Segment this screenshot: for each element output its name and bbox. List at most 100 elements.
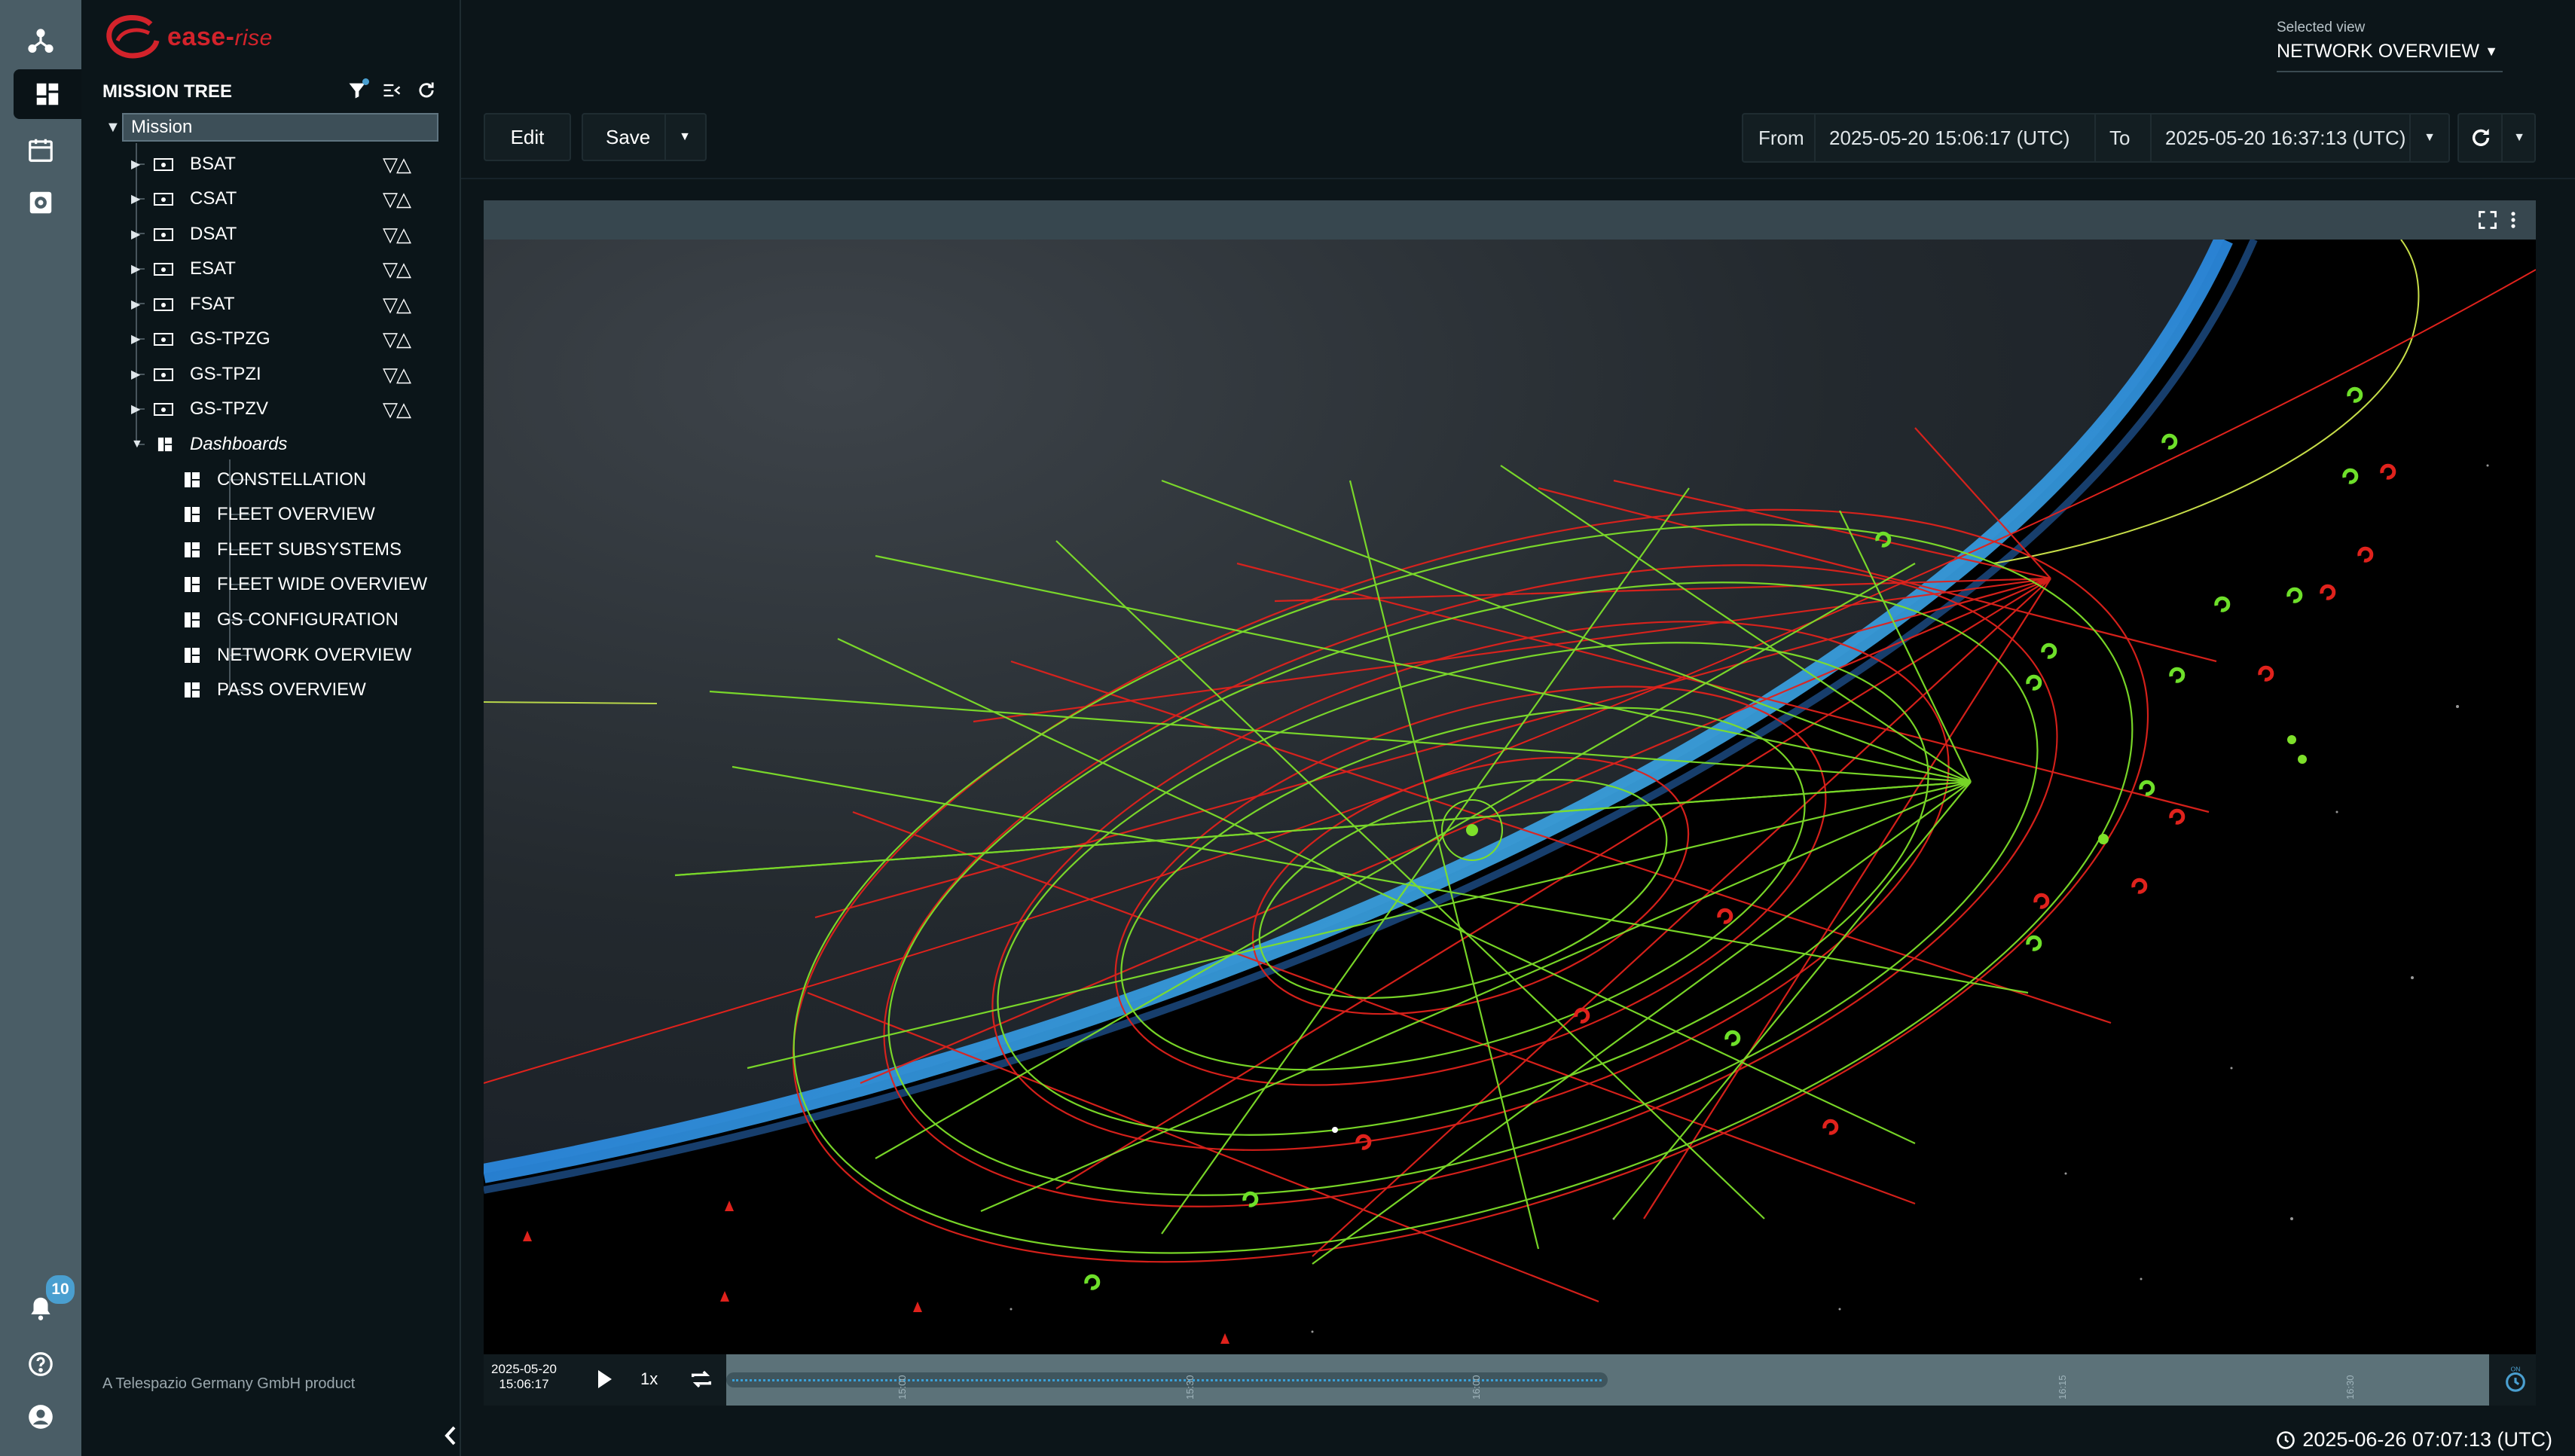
- dashboard-item-pass-overview[interactable]: PASS OVERVIEW: [81, 673, 443, 707]
- dashboard-item-fleet-wide-overview[interactable]: FLEET WIDE OVERVIEW: [81, 567, 443, 602]
- tree-item-esat[interactable]: ▶ ESAT ▽△: [81, 252, 443, 286]
- repeat-icon: [691, 1370, 712, 1388]
- view-selector[interactable]: NETWORK OVERVIEW ▼: [2277, 41, 2503, 72]
- chevron-left-icon: [444, 1426, 456, 1445]
- dashboard-icon: [185, 507, 200, 522]
- alarm-triangle-icons: ▽△: [383, 292, 411, 316]
- to-datetime-input[interactable]: 2025-05-20 16:37:13 (UTC): [2165, 127, 2405, 150]
- tree-item-gs-tpzv[interactable]: ▶ GS-TPZV ▽△: [81, 392, 443, 426]
- save-button[interactable]: Save ▼: [582, 113, 707, 161]
- tree-item-gs-tpzg[interactable]: ▶ GS-TPZG ▽△: [81, 322, 443, 356]
- loop-button[interactable]: [689, 1366, 714, 1396]
- satellite-icon: [154, 228, 173, 241]
- account-icon[interactable]: [14, 1392, 68, 1442]
- time-range-caret-icon[interactable]: ▼: [2409, 114, 2450, 161]
- ground-station-icon: [154, 333, 173, 346]
- calendar-icon[interactable]: [14, 125, 68, 175]
- alarm-triangle-icons: ▽△: [383, 187, 411, 210]
- alarm-triangle-icons: ▽△: [383, 327, 411, 350]
- dashboard-item-fleet-subsystems[interactable]: FLEET SUBSYSTEMS: [81, 533, 443, 567]
- caret-right-icon[interactable]: ▶: [131, 157, 140, 172]
- main-area: Selected view NETWORK OVERVIEW ▼ Edit Sa…: [461, 0, 2575, 1456]
- caret-right-icon[interactable]: ▶: [131, 191, 140, 206]
- refresh-interval-caret-icon[interactable]: ▼: [2501, 114, 2536, 161]
- refresh-control: ▼: [2457, 113, 2536, 163]
- tree-item-dashboards[interactable]: ▼ Dashboards: [81, 427, 443, 462]
- caret-right-icon[interactable]: ▶: [131, 401, 140, 417]
- ground-station-icon: [154, 368, 173, 381]
- dashboard-item-label: FLEET OVERVIEW: [217, 504, 375, 524]
- dashboard-icon: [185, 648, 200, 663]
- caret-right-icon[interactable]: ▶: [131, 261, 140, 276]
- tree-item-label: GS-TPZV: [190, 398, 269, 419]
- tree-item-label: GS-TPZG: [190, 328, 270, 349]
- globe-viewport[interactable]: [481, 235, 2537, 1406]
- tree-item-csat[interactable]: ▶ CSAT ▽△: [81, 182, 443, 216]
- dashboard-item-label: PASS OVERVIEW: [217, 679, 366, 700]
- alarm-triangle-icons: ▽△: [383, 222, 411, 246]
- selected-view-value: NETWORK OVERVIEW: [2277, 41, 2480, 62]
- timeline-time: 15:06:17: [499, 1377, 549, 1391]
- dashboard-icon: [185, 612, 200, 627]
- timeline-tick: 16:30: [2344, 1375, 2356, 1400]
- tree-item-label: DSAT: [190, 224, 237, 244]
- network-icon[interactable]: [14, 17, 68, 66]
- time-range-picker: From 2025-05-20 15:06:17 (UTC) To 2025-0…: [1742, 113, 2450, 163]
- tree-item-dsat[interactable]: ▶ DSAT ▽△: [81, 217, 443, 252]
- tree-item-bsat[interactable]: ▶ BSAT ▽△: [81, 147, 443, 182]
- caret-right-icon[interactable]: ▶: [131, 367, 140, 382]
- dashboard-item-label: CONSTELLATION: [217, 469, 367, 490]
- tree-item-gs-tpzi[interactable]: ▶ GS-TPZI ▽△: [81, 357, 443, 392]
- dashboard-item-network-overview[interactable]: NETWORK OVERVIEW: [81, 638, 443, 673]
- timeline-bar: 2025-05-20 15:06:17 1x 15:00 15:30 16:00…: [484, 1354, 2536, 1406]
- dashboard-icon: [185, 472, 200, 487]
- more-options-icon[interactable]: [2503, 209, 2524, 230]
- settings-icon[interactable]: [14, 178, 68, 227]
- clock-icon: [2277, 1430, 2296, 1449]
- caret-right-icon[interactable]: ▶: [131, 331, 140, 346]
- refresh-button[interactable]: [2464, 121, 2498, 155]
- selected-view-label: Selected view: [2277, 20, 2366, 35]
- satellite-icon: [154, 263, 173, 276]
- from-datetime-input[interactable]: 2025-05-20 15:06:17 (UTC): [1829, 127, 2069, 150]
- dashboard-icon[interactable]: [14, 69, 81, 119]
- caret-down-icon: ▼: [2485, 44, 2498, 59]
- caret-right-icon[interactable]: ▶: [131, 227, 140, 242]
- save-menu-caret-icon[interactable]: ▼: [664, 114, 704, 160]
- dashboard-item-fleet-overview[interactable]: FLEET OVERVIEW: [81, 497, 443, 532]
- satellite-icon: [154, 193, 173, 206]
- fullscreen-icon[interactable]: [2477, 209, 2498, 230]
- sync-time-button[interactable]: ON: [2503, 1365, 2528, 1399]
- tree-item-label: CSAT: [190, 188, 237, 209]
- status-clock: 2025-06-26 07:07:13 (UTC): [2275, 1428, 2552, 1451]
- tree-item-fsat[interactable]: ▶ FSAT ▽△: [81, 287, 443, 322]
- timeline-current-time: 2025-05-20 15:06:17: [491, 1362, 557, 1392]
- ground-station-marker: [1332, 1127, 1338, 1133]
- mission-tree-panel: ease-rise MISSION TREE ▼ Mission ▶ BSAT: [81, 0, 461, 1456]
- alarm-triangle-icons: ▽△: [383, 362, 411, 386]
- tree-item-label: Dashboards: [190, 434, 288, 454]
- playback-speed[interactable]: 1x: [640, 1369, 658, 1389]
- dashboard-item-gs-configuration[interactable]: GS CONFIGURATION: [81, 603, 443, 637]
- dashboard-item-constellation[interactable]: CONSTELLATION: [81, 462, 443, 497]
- help-icon[interactable]: [14, 1339, 68, 1389]
- notification-badge: 10: [44, 1273, 77, 1306]
- globe-scene: [481, 235, 2537, 1406]
- tree-item-label: BSAT: [190, 154, 236, 174]
- satellite-icon: [154, 158, 173, 171]
- dashboard-item-label: GS CONFIGURATION: [217, 609, 399, 630]
- play-icon: [598, 1370, 612, 1388]
- save-button-label: Save: [606, 125, 651, 148]
- timeline-track[interactable]: 15:00 15:30 16:00 16:15 16:30: [726, 1354, 2489, 1406]
- dashboard-item-label: FLEET WIDE OVERVIEW: [217, 574, 428, 594]
- dashboard-icon: [185, 542, 200, 557]
- network-3d-widget: 2025-05-20 15:06:17 1x 15:00 15:30 16:00…: [481, 200, 2537, 1406]
- edit-button[interactable]: Edit: [484, 113, 571, 161]
- dashboard-icon: [185, 682, 200, 697]
- refresh-icon: [2472, 129, 2490, 146]
- timeline-tick: 16:00: [1471, 1375, 1482, 1400]
- caret-right-icon[interactable]: ▶: [131, 297, 140, 312]
- caret-down-icon[interactable]: ▼: [131, 438, 143, 451]
- alarm-triangle-icons: ▽△: [383, 152, 411, 176]
- play-button[interactable]: [595, 1368, 615, 1394]
